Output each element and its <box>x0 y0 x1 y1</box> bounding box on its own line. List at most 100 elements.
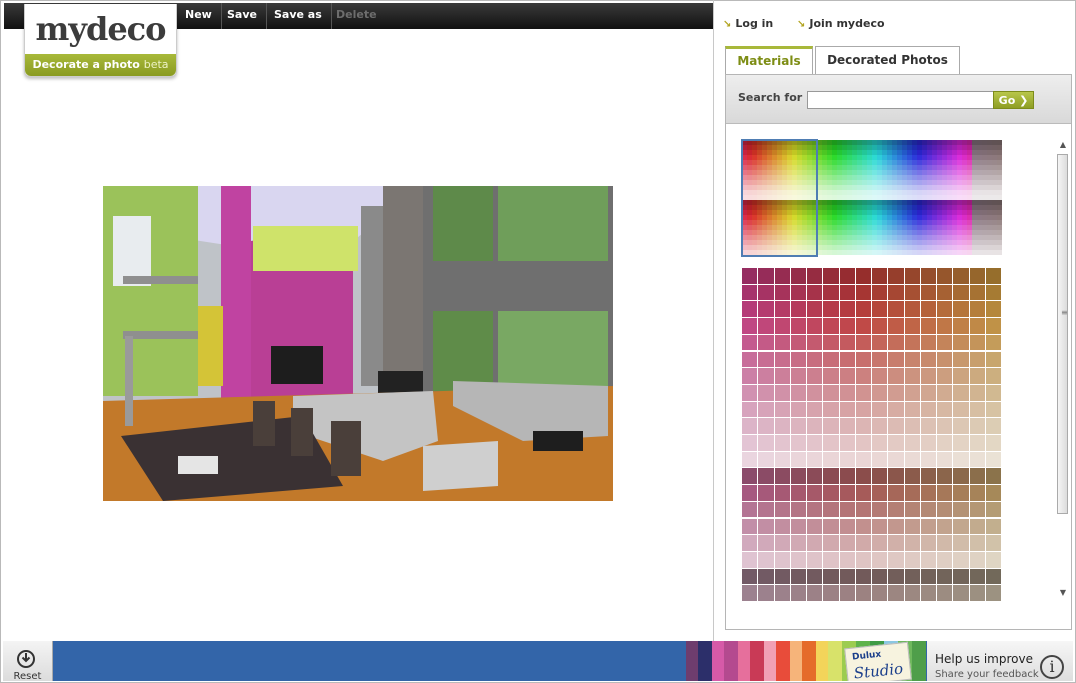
colour-swatch[interactable] <box>839 451 855 468</box>
colour-swatch[interactable] <box>742 368 758 384</box>
colour-swatch[interactable] <box>872 334 888 351</box>
colour-swatch[interactable] <box>807 384 823 401</box>
colour-swatch[interactable] <box>774 418 790 434</box>
colour-swatch[interactable] <box>969 418 985 434</box>
colour-swatch[interactable] <box>985 418 1001 434</box>
colour-swatch[interactable] <box>758 518 774 535</box>
colour-swatch[interactable] <box>855 485 871 501</box>
colour-swatch[interactable] <box>872 551 888 568</box>
colour-swatch[interactable] <box>953 418 969 434</box>
colour-swatch[interactable] <box>904 318 920 334</box>
colour-swatch[interactable] <box>920 518 936 535</box>
colour-swatch[interactable] <box>920 451 936 468</box>
colour-swatch[interactable] <box>774 585 790 601</box>
tab-materials[interactable]: Materials <box>725 46 813 74</box>
colour-swatch[interactable] <box>985 435 1001 451</box>
colour-swatch[interactable] <box>855 401 871 418</box>
colour-swatch[interactable] <box>839 568 855 585</box>
colour-swatch[interactable] <box>823 368 839 384</box>
colour-swatch[interactable] <box>985 268 1001 284</box>
colour-swatch[interactable] <box>904 268 920 284</box>
colour-swatch[interactable] <box>758 268 774 284</box>
colour-swatch[interactable] <box>904 568 920 585</box>
colour-swatch[interactable] <box>872 468 888 485</box>
logo[interactable]: mydeco Decorate a photo beta <box>24 4 177 77</box>
colour-swatch[interactable] <box>807 585 823 601</box>
colour-swatch[interactable] <box>920 418 936 434</box>
room-photo[interactable] <box>103 186 613 501</box>
colour-swatch[interactable] <box>807 535 823 551</box>
colour-swatch[interactable] <box>937 301 953 318</box>
colour-swatch[interactable] <box>904 284 920 301</box>
colour-swatch[interactable] <box>855 468 871 485</box>
colour-swatch[interactable] <box>937 551 953 568</box>
colour-swatch[interactable] <box>953 568 969 585</box>
colour-swatch[interactable] <box>953 485 969 501</box>
colour-swatch[interactable] <box>872 268 888 284</box>
colour-swatch[interactable] <box>823 318 839 334</box>
new-button[interactable]: New <box>176 3 222 29</box>
colour-swatch[interactable] <box>742 451 758 468</box>
colour-swatch[interactable] <box>823 468 839 485</box>
colour-swatch[interactable] <box>872 518 888 535</box>
colour-swatch[interactable] <box>807 451 823 468</box>
colour-swatch[interactable] <box>920 351 936 368</box>
colour-swatch[interactable] <box>888 301 904 318</box>
colour-swatch[interactable] <box>742 585 758 601</box>
colour-swatch[interactable] <box>888 501 904 518</box>
colour-swatch[interactable] <box>904 585 920 601</box>
colour-swatch[interactable] <box>855 334 871 351</box>
colour-swatch[interactable] <box>839 284 855 301</box>
colour-swatch[interactable] <box>774 268 790 284</box>
colour-swatch[interactable] <box>758 401 774 418</box>
colour-swatch[interactable] <box>807 568 823 585</box>
colour-swatch[interactable] <box>839 401 855 418</box>
colour-swatch[interactable] <box>855 435 871 451</box>
colour-swatch[interactable] <box>888 334 904 351</box>
colour-swatch[interactable] <box>855 451 871 468</box>
colour-swatch[interactable] <box>937 351 953 368</box>
colour-swatch[interactable] <box>742 435 758 451</box>
colour-swatch[interactable] <box>774 401 790 418</box>
colour-swatch[interactable] <box>839 501 855 518</box>
colour-swatch[interactable] <box>953 318 969 334</box>
colour-swatch[interactable] <box>969 334 985 351</box>
colour-swatch[interactable] <box>855 268 871 284</box>
colour-swatch[interactable] <box>904 401 920 418</box>
colour-swatch[interactable] <box>937 485 953 501</box>
colour-swatch[interactable] <box>807 301 823 318</box>
colour-swatch[interactable] <box>823 418 839 434</box>
colour-swatch[interactable] <box>807 318 823 334</box>
colour-swatch[interactable] <box>937 451 953 468</box>
colour-swatch[interactable] <box>790 468 806 485</box>
login-link[interactable]: ↘ Log in <box>723 17 773 30</box>
colour-swatch[interactable] <box>872 418 888 434</box>
colour-swatch[interactable] <box>807 418 823 434</box>
colour-swatch[interactable] <box>774 384 790 401</box>
colour-swatch[interactable] <box>758 351 774 368</box>
colour-swatch[interactable] <box>742 501 758 518</box>
colour-swatch[interactable] <box>953 268 969 284</box>
colour-swatch[interactable] <box>790 334 806 351</box>
triangle-down-icon[interactable]: ▼ <box>1056 587 1070 599</box>
colour-swatch[interactable] <box>823 435 839 451</box>
colour-swatch[interactable] <box>807 468 823 485</box>
colour-swatch[interactable] <box>937 284 953 301</box>
colour-swatch[interactable] <box>904 551 920 568</box>
colour-swatch[interactable] <box>969 401 985 418</box>
colour-swatch[interactable] <box>839 468 855 485</box>
colour-swatch[interactable] <box>790 435 806 451</box>
colour-swatch[interactable] <box>823 535 839 551</box>
colour-swatch[interactable] <box>872 301 888 318</box>
colour-swatch[interactable] <box>855 551 871 568</box>
triangle-up-icon[interactable]: ▲ <box>1056 139 1070 151</box>
colour-swatch[interactable] <box>758 284 774 301</box>
colour-swatch[interactable] <box>888 435 904 451</box>
colour-swatch[interactable] <box>742 334 758 351</box>
colour-swatch[interactable] <box>904 351 920 368</box>
colour-swatch[interactable] <box>937 435 953 451</box>
colour-swatch[interactable] <box>888 351 904 368</box>
colour-swatch[interactable] <box>774 485 790 501</box>
colour-swatch[interactable] <box>742 301 758 318</box>
colour-swatch[interactable] <box>985 284 1001 301</box>
